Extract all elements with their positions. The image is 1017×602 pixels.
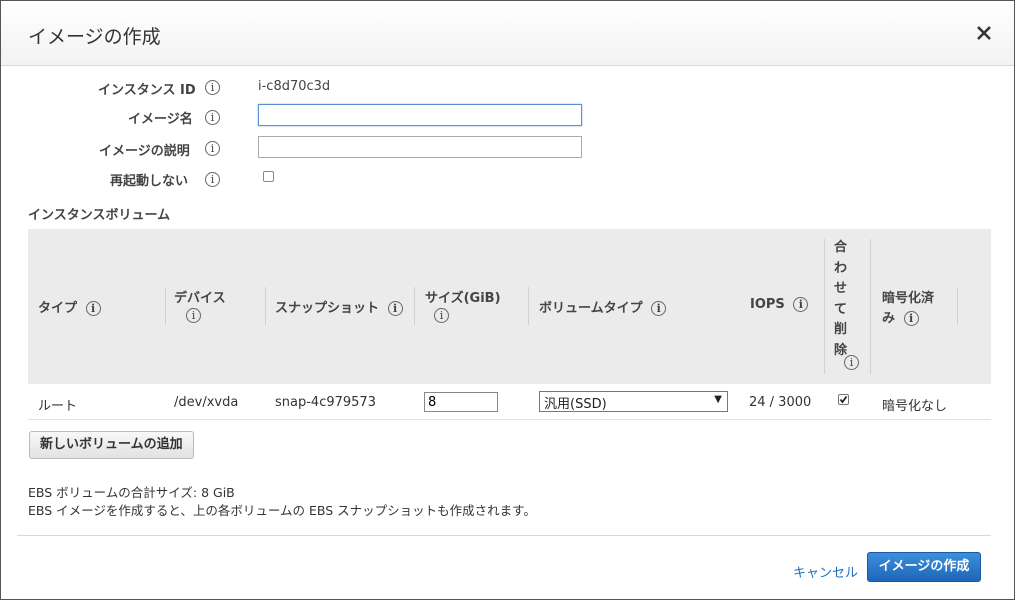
instance-id-row: インスタンス ID i i-c8d70c3d: [1, 75, 701, 99]
instance-id-value: i-c8d70c3d: [258, 79, 331, 94]
column-header-snapshot: スナップショット i: [275, 297, 403, 316]
column-divider: [957, 287, 958, 325]
no-reboot-checkbox[interactable]: [263, 171, 274, 182]
info-icon[interactable]: i: [205, 141, 220, 156]
volume-type-select[interactable]: 汎用(SSD) ▼: [539, 391, 728, 412]
info-icon[interactable]: i: [387, 301, 403, 316]
column-header-device: デバイス: [174, 291, 226, 306]
instance-id-label: インスタンス ID: [98, 83, 196, 98]
column-divider: [870, 239, 871, 374]
instance-volumes-title: インスタンスボリューム: [28, 208, 171, 223]
info-icon[interactable]: i: [903, 311, 919, 326]
dialog-header: イメージの作成: [1, 1, 1014, 66]
column-header-volume-type: ボリュームタイプ i: [539, 297, 667, 316]
image-name-row: イメージ名 i: [1, 104, 701, 128]
close-icon[interactable]: [974, 23, 994, 43]
create-image-dialog: イメージの作成 インスタンス ID i i-c8d70c3d イメージ名 i イ…: [0, 0, 1015, 600]
info-icon[interactable]: i: [844, 355, 859, 370]
snapshot-note-text: EBS イメージを作成すると、上の各ボリュームの EBS スナップショットも作成…: [28, 503, 536, 518]
info-icon[interactable]: i: [85, 301, 101, 316]
cell-encrypted: 暗号化なし: [882, 399, 948, 414]
column-header-size: サイズ(GiB): [425, 291, 501, 306]
no-reboot-row: 再起動しない i: [1, 166, 701, 190]
cell-snapshot: snap-4c979573: [275, 395, 376, 410]
dialog-title: イメージの作成: [28, 26, 161, 48]
size-input[interactable]: [424, 392, 498, 412]
column-divider: [824, 239, 825, 374]
image-description-input[interactable]: [258, 136, 582, 158]
info-icon[interactable]: i: [651, 301, 667, 316]
image-name-input[interactable]: [258, 104, 582, 126]
footer-divider: [17, 535, 991, 536]
info-icon[interactable]: i: [793, 297, 809, 312]
cancel-button[interactable]: キャンセル: [793, 562, 858, 581]
total-size-text: EBS ボリュームの合計サイズ: 8 GiB: [28, 485, 235, 500]
column-divider: [265, 287, 266, 325]
image-description-row: イメージの説明 i: [1, 136, 701, 160]
delete-on-termination-checkbox[interactable]: [838, 394, 849, 405]
chevron-down-icon: ▼: [714, 394, 722, 405]
info-icon[interactable]: i: [205, 172, 220, 187]
cell-device: /dev/xvda: [174, 395, 239, 410]
no-reboot-label: 再起動しない: [110, 174, 189, 189]
column-header-encrypted: 暗号化済: [882, 291, 935, 306]
add-volume-button[interactable]: 新しいボリュームの追加: [29, 431, 194, 459]
cell-iops: 24 / 3000: [749, 395, 812, 410]
check-icon: [839, 395, 848, 404]
table-header: タイプ i デバイス i スナップショット i サイズ(GiB) i ボリューム…: [28, 229, 991, 384]
column-divider: [528, 287, 529, 325]
column-divider: [414, 287, 415, 325]
cell-type: ルート: [38, 399, 78, 414]
column-header-iops: IOPS i: [750, 297, 809, 312]
column-header-encrypted-cont: み i: [882, 307, 919, 326]
column-divider: [165, 287, 166, 325]
column-header-type: タイプ i: [38, 297, 101, 316]
image-name-label: イメージ名: [128, 112, 193, 127]
create-image-button[interactable]: イメージの作成: [867, 552, 981, 582]
image-description-label: イメージの説明: [99, 144, 190, 159]
info-icon[interactable]: i: [205, 110, 220, 125]
info-icon[interactable]: i: [205, 80, 220, 95]
column-header-delete-on-termination: 合 わ せ て 削 除: [834, 240, 848, 358]
row-divider: [28, 419, 991, 420]
info-icon[interactable]: i: [186, 308, 201, 323]
info-icon[interactable]: i: [434, 308, 449, 323]
